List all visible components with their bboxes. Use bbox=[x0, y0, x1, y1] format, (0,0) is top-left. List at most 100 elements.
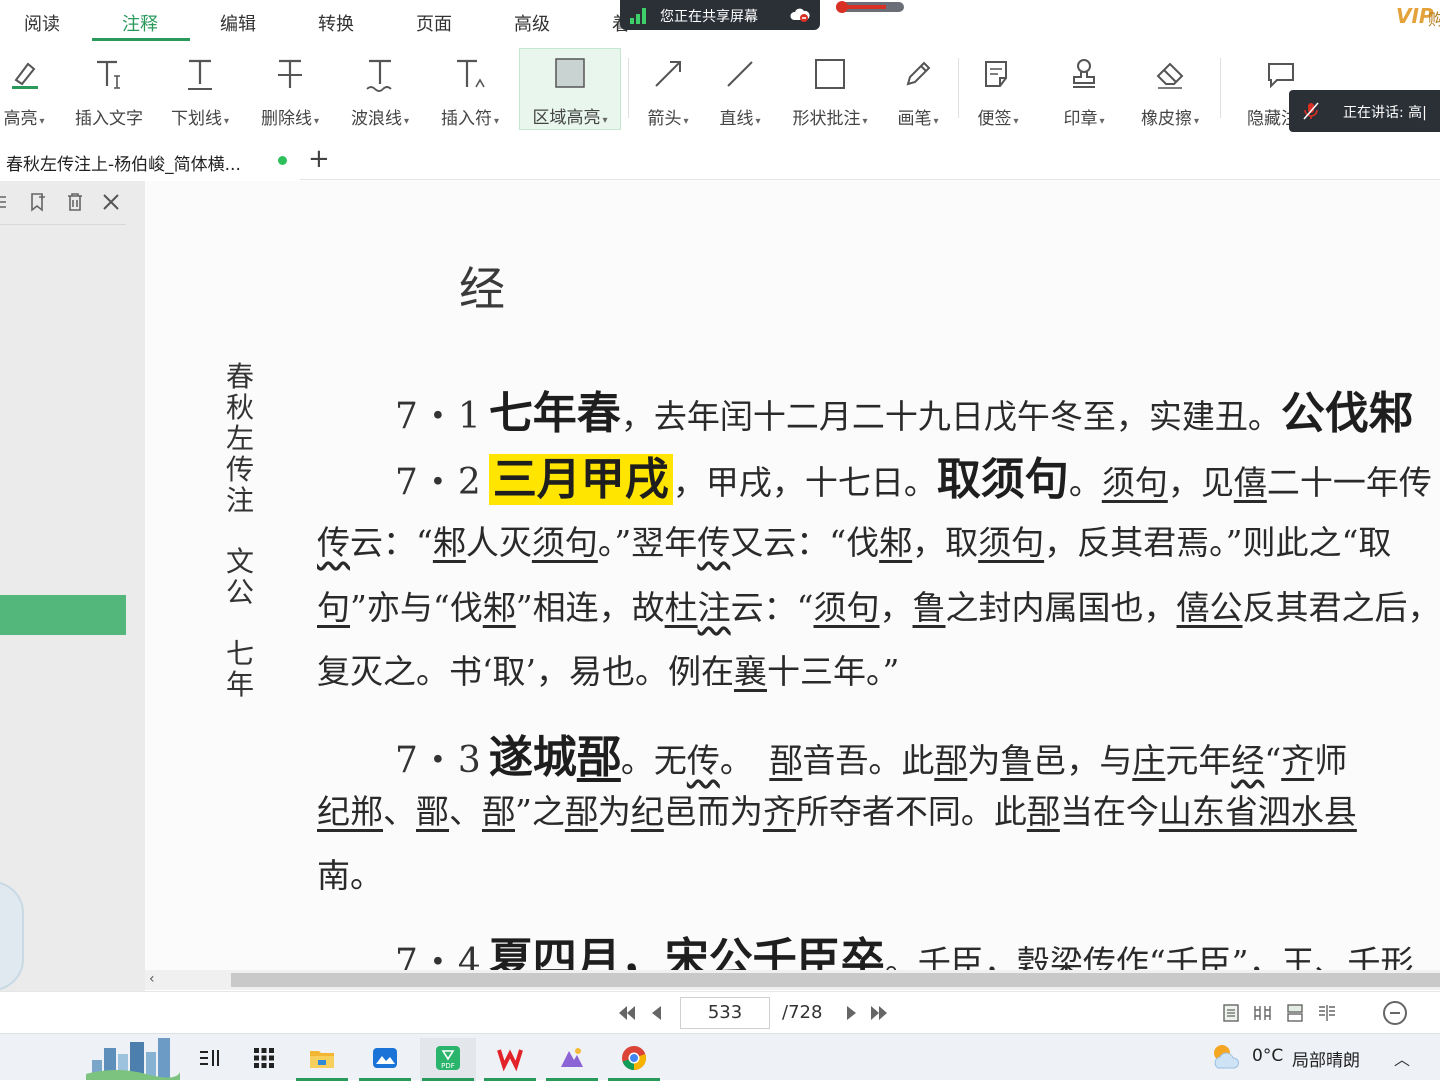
menu-tab-page[interactable]: 页面 bbox=[416, 10, 452, 36]
floating-widget[interactable] bbox=[0, 881, 24, 991]
tool-shape[interactable]: 形状批注 ▾ bbox=[782, 50, 878, 130]
bookmark-panel-toolbar bbox=[0, 181, 126, 225]
first-page-icon[interactable] bbox=[616, 1002, 638, 1024]
svg-text:PDF: PDF bbox=[441, 1062, 455, 1070]
next-page-icon[interactable] bbox=[840, 1002, 862, 1024]
taskbar-file-explorer[interactable] bbox=[294, 1038, 350, 1081]
tool-highlight-label: 高亮 bbox=[3, 109, 38, 129]
taskbar-paint[interactable] bbox=[544, 1038, 600, 1081]
taskview-icon bbox=[200, 1050, 219, 1066]
tool-insert-text[interactable]: 插入文字 bbox=[66, 50, 152, 130]
tool-eraser[interactable]: 橡皮擦 ▾ bbox=[1130, 50, 1210, 130]
page-total: /728 bbox=[782, 1002, 823, 1023]
continuous-view-icon[interactable] bbox=[1284, 1002, 1306, 1024]
chevron-down-icon: ▾ bbox=[683, 116, 689, 127]
chevron-down-icon: ▾ bbox=[933, 116, 939, 127]
single-page-view-icon[interactable] bbox=[1220, 1002, 1242, 1024]
vip-purchase-link[interactable]: 购 bbox=[1428, 6, 1440, 30]
caret-insert-icon bbox=[457, 59, 485, 88]
chevron-down-icon: ▾ bbox=[1099, 116, 1105, 127]
section-heading: 经 bbox=[459, 262, 505, 316]
add-bookmark-icon[interactable] bbox=[27, 191, 49, 213]
tool-arrow[interactable]: 箭头 ▾ bbox=[636, 50, 700, 130]
tool-sticky-note[interactable]: 便签 ▾ bbox=[966, 50, 1030, 130]
taskbar-chrome[interactable] bbox=[606, 1038, 662, 1081]
tool-caret-insert[interactable]: 插入符 ▾ bbox=[430, 50, 510, 130]
strikethrough-icon bbox=[278, 59, 302, 88]
prev-page-icon[interactable] bbox=[646, 1002, 668, 1024]
chevron-down-icon: ▾ bbox=[602, 115, 608, 126]
start-grid-icon bbox=[254, 1048, 274, 1068]
menu-tab-convert[interactable]: 转换 bbox=[318, 10, 354, 36]
weather-partly-sunny-icon[interactable] bbox=[1210, 1042, 1244, 1072]
scrollbar-thumb[interactable] bbox=[231, 973, 1440, 987]
recording-indicator[interactable] bbox=[836, 1, 904, 13]
tool-pen[interactable]: 画笔 ▾ bbox=[886, 50, 950, 130]
photos-icon bbox=[373, 1048, 397, 1068]
menu-tab-advanced[interactable]: 高级 bbox=[514, 10, 550, 36]
tool-line[interactable]: 直线 ▾ bbox=[708, 50, 772, 130]
screen-share-notice[interactable]: 您正在共享屏幕 bbox=[620, 0, 820, 30]
chevron-down-icon: ▾ bbox=[862, 116, 868, 127]
scroll-left-icon[interactable]: ‹ bbox=[149, 971, 155, 987]
tool-strikethrough-label: 删除线 bbox=[260, 109, 312, 129]
page-number-input[interactable]: 533 bbox=[680, 997, 770, 1029]
tool-insert-text-label: 插入文字 bbox=[75, 109, 143, 129]
last-page-icon[interactable] bbox=[868, 1002, 890, 1024]
entry-7-3-line-2: 纪郱、鄑、郚”之郚为纪邑而为齐所夺者不同。此郚当在今山东省泗水县 bbox=[317, 792, 1357, 831]
sticky-note-icon bbox=[985, 61, 1007, 87]
highlighted-text[interactable]: 三月甲戌 bbox=[488, 454, 673, 505]
taskbar-wps[interactable] bbox=[482, 1038, 538, 1081]
tool-underline-label: 下划线 bbox=[170, 109, 222, 129]
horizontal-scrollbar[interactable]: ‹ bbox=[145, 970, 1440, 990]
chevron-down-icon: ▾ bbox=[1013, 116, 1019, 127]
eraser-icon bbox=[1156, 62, 1184, 89]
shape-icon bbox=[815, 59, 845, 89]
expand-bookmarks-icon[interactable] bbox=[0, 191, 10, 213]
menu-tab-edit[interactable]: 编辑 bbox=[220, 10, 256, 36]
close-icon[interactable] bbox=[100, 191, 122, 213]
weather-temperature[interactable]: 0°C bbox=[1252, 1046, 1283, 1066]
chevron-down-icon: ▾ bbox=[403, 116, 410, 127]
wavy-line-icon bbox=[366, 59, 392, 92]
tool-underline[interactable]: 下划线 ▾ bbox=[160, 50, 240, 130]
pdf-page: 春 秋 左 传 注 文 公 七 年 经 7・1 七年春，去年闰十二月二十九日戊午冬… bbox=[145, 181, 1440, 971]
menu-tab-annotate[interactable]: 注释 bbox=[122, 10, 158, 36]
windows-taskbar: PDF 0°C 局部晴朗 ︿ bbox=[0, 1033, 1440, 1081]
speaking-name: 高| bbox=[1408, 105, 1427, 121]
book-view-icon[interactable] bbox=[1316, 1002, 1338, 1024]
signal-bars-icon bbox=[630, 8, 650, 24]
document-view: 春 秋 左 传 注 文 公 七 年 经 7・1 七年春，去年闰十二月二十九日戊午冬… bbox=[145, 181, 1440, 971]
entry-7-2-line-2: 传云：“邾人灭须句。”翌年传又云：“伐邾，取须句，反其君焉。”则此之“取 bbox=[317, 523, 1392, 562]
tool-highlight[interactable]: 高亮 ▾ bbox=[0, 50, 54, 130]
bookmark-panel bbox=[0, 181, 145, 991]
tool-sticky-note-label: 便签 bbox=[977, 109, 1012, 129]
wps-icon bbox=[497, 1049, 523, 1072]
menu-tab-read[interactable]: 阅读 bbox=[24, 10, 60, 36]
document-tab[interactable]: 春秋左传注上-杨伯峻_简体横... bbox=[0, 140, 300, 180]
tool-stamp[interactable]: 印章 ▾ bbox=[1052, 50, 1116, 130]
hide-annotation-icon bbox=[1268, 63, 1294, 89]
cloud-stop-icon[interactable] bbox=[790, 6, 810, 24]
zoom-out-button[interactable] bbox=[1383, 1001, 1407, 1025]
tool-wavy-line[interactable]: 波浪线 ▾ bbox=[340, 50, 420, 130]
tool-area-highlight[interactable]: 区域高亮 ▾ bbox=[519, 48, 621, 130]
chevron-down-icon: ▾ bbox=[755, 116, 761, 127]
entry-7-1: 7・1 七年春，去年闰十二月二十九日戊午冬至，实建丑。公伐邾 bbox=[395, 388, 1413, 439]
taskbar-photos[interactable] bbox=[357, 1038, 413, 1081]
arrow-icon bbox=[655, 61, 681, 87]
taskbar-task-view[interactable] bbox=[182, 1038, 238, 1081]
tool-strikethrough[interactable]: 删除线 ▾ bbox=[250, 50, 330, 130]
taskbar-start[interactable] bbox=[236, 1038, 292, 1081]
two-page-view-icon[interactable] bbox=[1252, 1002, 1274, 1024]
weather-description[interactable]: 局部晴朗 bbox=[1292, 1046, 1360, 1071]
trash-icon[interactable] bbox=[64, 191, 86, 213]
new-tab-button[interactable]: + bbox=[308, 146, 332, 174]
pen-icon bbox=[906, 61, 931, 86]
tray-expand-icon[interactable]: ︿ bbox=[1394, 1046, 1410, 1070]
entry-7-3: 7・3 遂城郚。无传。 郚音吾。此郚为鲁邑，与庄元年经“齐师 bbox=[395, 732, 1348, 783]
selected-bookmark-item[interactable] bbox=[0, 595, 126, 635]
file-explorer-icon bbox=[310, 1051, 334, 1068]
entry-7-3-line-3: 南。 bbox=[317, 856, 383, 895]
taskbar-pdf-reader[interactable]: PDF bbox=[420, 1038, 476, 1081]
